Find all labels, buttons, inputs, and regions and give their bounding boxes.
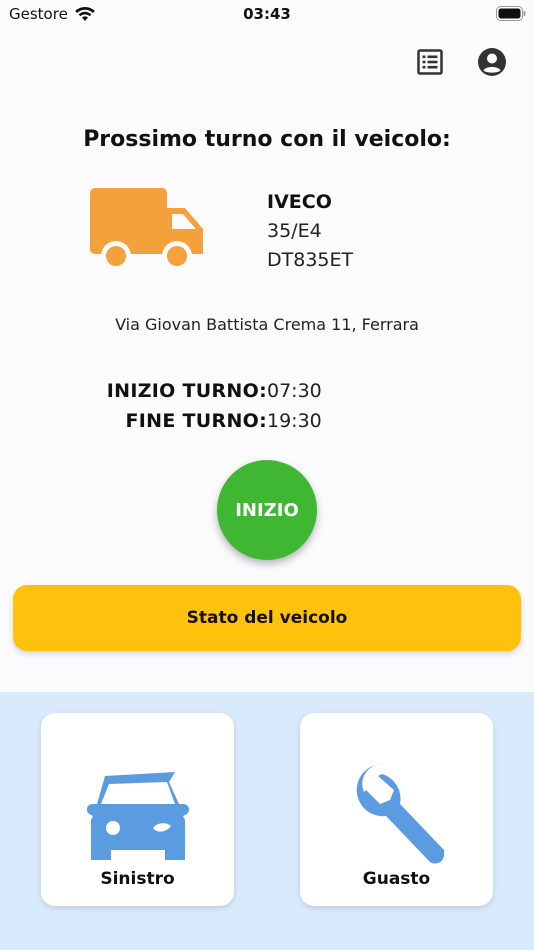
start-shift-button[interactable]: INIZIO	[217, 460, 317, 560]
truck-icon	[90, 188, 203, 271]
car-crash-icon	[86, 772, 189, 860]
accident-card[interactable]: Sinistro	[41, 713, 234, 906]
header-actions	[414, 45, 508, 79]
vehicle-model: 35/E4	[267, 220, 322, 242]
shift-start-value: 07:30	[267, 380, 322, 402]
vehicle-brand: IVECO	[267, 191, 332, 213]
page-title: Prossimo turno con il veicolo:	[83, 127, 451, 152]
actions-panel: Sinistro Guasto	[0, 692, 534, 950]
shift-address: Via Giovan Battista Crema 11, Ferrara	[115, 315, 419, 334]
vehicle-state-button[interactable]: Stato del veicolo	[13, 585, 521, 651]
account-circle-icon[interactable]	[476, 45, 508, 79]
accident-label: Sinistro	[100, 869, 175, 889]
shift-end-row: FINE TURNO: 19:30	[0, 406, 534, 436]
battery-icon	[496, 6, 526, 21]
wrench-icon	[356, 763, 444, 864]
shift-end-value: 19:30	[267, 410, 322, 432]
list-icon[interactable]	[414, 45, 446, 79]
breakdown-label: Guasto	[362, 869, 431, 889]
shift-start-row: INIZIO TURNO: 07:30	[0, 376, 534, 406]
shift-times: INIZIO TURNO: 07:30 FINE TURNO: 19:30	[0, 376, 534, 436]
breakdown-card[interactable]: Guasto	[300, 713, 493, 906]
shift-start-label: INIZIO TURNO:	[106, 380, 267, 402]
status-time: 03:43	[243, 5, 291, 23]
vehicle-info: IVECO 35/E4 DT835ET	[267, 188, 353, 275]
status-bar: Gestore 03:43	[0, 0, 534, 28]
shift-end-label: FINE TURNO:	[125, 410, 267, 432]
vehicle-plate: DT835ET	[267, 249, 354, 271]
